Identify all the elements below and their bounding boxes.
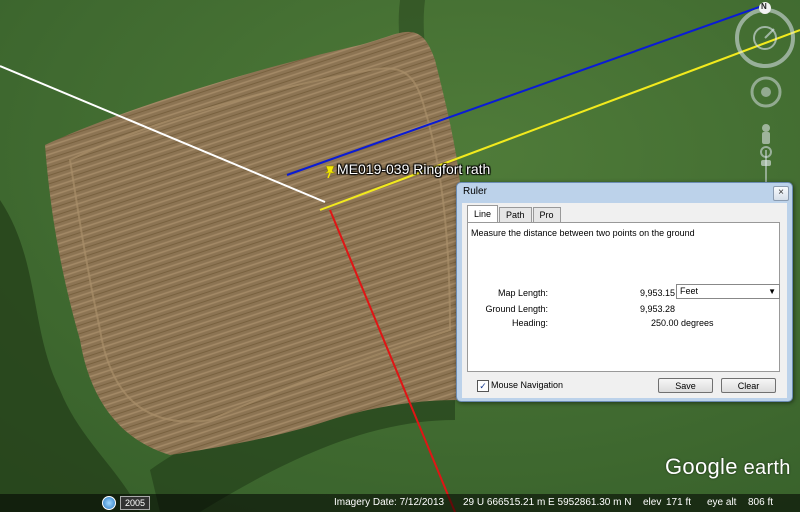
ruler-titlebar[interactable]: Ruler × xyxy=(457,183,792,201)
chevron-down-icon: ▼ xyxy=(768,287,776,296)
logo-google-text: Google xyxy=(665,454,738,479)
placemark-label[interactable]: ME019-039 Ringfort rath xyxy=(337,161,490,177)
ruler-footer: ✓ Mouse Navigation Save Clear xyxy=(467,378,780,394)
heading-label: Heading: xyxy=(511,318,548,328)
map-length-value: 9,953.15 xyxy=(640,288,676,298)
yellow-pushpin-icon[interactable] xyxy=(323,164,337,178)
clock-icon[interactable] xyxy=(102,496,116,510)
heading-value: 250.00 degrees xyxy=(651,318,714,328)
clear-button[interactable]: Clear xyxy=(721,378,776,393)
zoom-slider-thumb[interactable] xyxy=(761,160,771,166)
mouse-navigation-label[interactable]: Mouse Navigation xyxy=(491,380,563,390)
ground-length-value: 9,953.28 xyxy=(640,304,676,314)
north-label: N xyxy=(761,2,767,11)
ruler-tabs: Line Path Pro xyxy=(467,205,562,223)
elevation-value: 171 ft xyxy=(666,497,692,508)
imagery-year: 2005 xyxy=(120,496,151,510)
map-length-label: Map Length: xyxy=(497,288,548,298)
coordinates: 29 U 666515.21 m E 5952861.30 m N xyxy=(463,497,632,508)
elevation-label: elev xyxy=(643,497,662,508)
unit-select-value: Feet xyxy=(680,286,699,296)
close-button[interactable]: × xyxy=(773,186,789,201)
street-view-pegman-body xyxy=(762,132,770,144)
tab-path[interactable]: Path xyxy=(499,207,532,223)
save-button[interactable]: Save xyxy=(658,378,713,393)
eye-alt-label: eye alt xyxy=(707,497,737,508)
google-earth-logo: Google earth xyxy=(665,454,791,480)
ruler-body: Line Path Pro Measure the distance betwe… xyxy=(462,203,787,398)
ruler-line-panel: Measure the distance between two points … xyxy=(467,222,780,372)
move-joystick[interactable] xyxy=(761,87,771,97)
ruler-description: Measure the distance between two points … xyxy=(471,228,695,238)
eye-alt-value: 806 ft xyxy=(748,497,774,508)
ruler-dialog[interactable]: Ruler × Line Path Pro Measure the distan… xyxy=(456,182,793,402)
street-view-pegman-icon[interactable] xyxy=(762,124,770,132)
tab-line[interactable]: Line xyxy=(467,205,499,223)
historical-imagery-control[interactable]: 2005 xyxy=(102,495,151,511)
unit-select[interactable]: Feet ▼ xyxy=(676,284,780,299)
ruler-title: Ruler xyxy=(463,186,487,197)
tab-pro[interactable]: Pro xyxy=(532,207,561,223)
mouse-navigation-checkbox[interactable]: ✓ xyxy=(477,380,489,392)
imagery-date: Imagery Date: 7/12/2013 xyxy=(334,497,445,508)
logo-earth-text: earth xyxy=(737,457,791,479)
ground-length-label: Ground Length: xyxy=(485,304,548,314)
